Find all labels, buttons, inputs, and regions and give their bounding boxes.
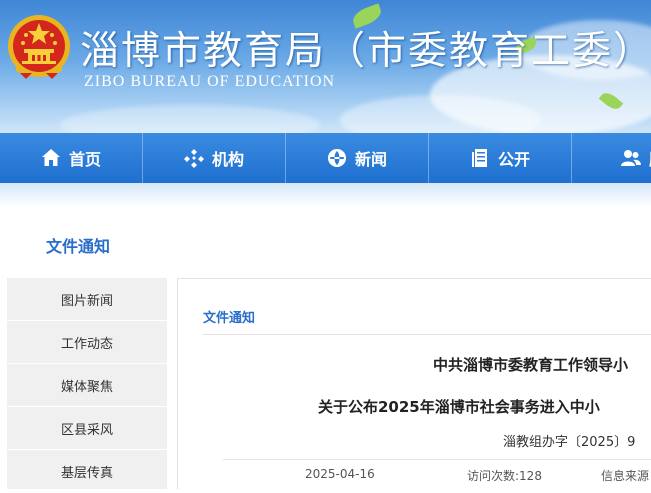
nav-item-label: 公开 xyxy=(497,150,530,169)
document-icon xyxy=(471,149,487,167)
breadcrumb[interactable]: 文件通知 xyxy=(203,307,255,326)
divider xyxy=(203,334,651,335)
visit-count: 访问次数:128 xyxy=(467,469,542,483)
publish-date: 2025-04-16 xyxy=(305,467,375,481)
cloud-decoration xyxy=(60,105,320,133)
sidebar-item-media-focus[interactable]: 媒体聚焦 xyxy=(7,364,167,407)
nav-shadow xyxy=(0,183,651,207)
document-number: 淄教组办字〔2025〕9 xyxy=(503,435,636,450)
info-source: 信息来源 xyxy=(601,469,650,483)
site-subtitle: ZIBO BUREAU OF EDUCATION xyxy=(84,73,336,90)
nav-item-public[interactable]: 公开 xyxy=(429,133,572,183)
nav-item-label: 新闻 xyxy=(354,150,387,169)
header-banner: 淄博市教育局（市委教育工委） ZIBO BUREAU OF EDUCATION xyxy=(0,0,651,133)
sidebar: 图片新闻 工作动态 媒体聚焦 区县采风 基层传真 xyxy=(7,278,167,493)
national-emblem-icon xyxy=(8,15,70,79)
sidebar-item-district-news[interactable]: 区县采风 xyxy=(7,407,167,450)
nav-item-home[interactable]: 首页 xyxy=(0,133,143,183)
article-title-line1: 中共淄博市委教育工作领导小 xyxy=(433,356,629,374)
home-icon xyxy=(41,149,60,166)
sidebar-item-work-updates[interactable]: 工作动态 xyxy=(7,321,167,364)
users-icon xyxy=(620,150,641,166)
site-title: 淄博市教育局（市委教育工委） xyxy=(80,29,651,74)
sidebar-item-photo-news[interactable]: 图片新闻 xyxy=(7,278,167,321)
nav-item-label: 首页 xyxy=(68,150,101,169)
nav-item-news[interactable]: 新闻 xyxy=(286,133,429,183)
org-icon xyxy=(183,149,204,168)
divider xyxy=(223,459,651,460)
nav-item-label: 机构 xyxy=(211,150,244,169)
nav-item-organization[interactable]: 机构 xyxy=(143,133,286,183)
article-panel: 文件通知 中共淄博市委教育工作领导小 关于公布2025年淄博市社会事务进入中小 … xyxy=(177,278,651,489)
sidebar-item-grassroots[interactable]: 基层传真 xyxy=(7,450,167,493)
nav-item-service[interactable]: 服 xyxy=(572,133,651,183)
globe-icon xyxy=(327,149,346,167)
article-title-line2: 关于公布2025年淄博市社会事务进入中小 xyxy=(318,398,600,416)
section-title: 文件通知 xyxy=(46,237,111,256)
main-nav: 首页 机构 新闻 公开 服 xyxy=(0,133,651,183)
